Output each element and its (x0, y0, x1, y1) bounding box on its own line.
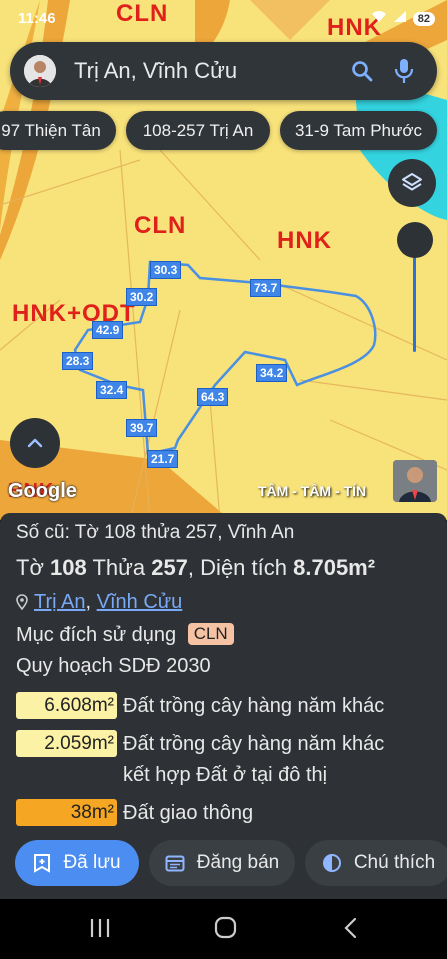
profile-icon (24, 55, 56, 87)
chip-recent[interactable]: 97 Thiện Tân (0, 111, 116, 150)
segment-length: 42.9 (92, 321, 124, 339)
avatar[interactable] (24, 55, 56, 87)
wifi-icon (371, 10, 387, 27)
segment-length: 30.3 (150, 261, 182, 279)
segment-length: 64.3 (197, 388, 229, 406)
profile-thumbnail[interactable] (393, 460, 437, 502)
chevron-up-icon (27, 438, 43, 448)
area-label: Diện tích (200, 555, 287, 580)
chip-recent[interactable]: 31-9 Tam Phước (280, 111, 437, 150)
plot-number: 257 (151, 555, 188, 580)
plan-title: Quy hoạch SDĐ 2030 (16, 655, 211, 677)
status-icons: 82 (371, 10, 435, 27)
post-sale-button[interactable]: Đăng bán (149, 840, 295, 886)
segment-length: 39.7 (126, 419, 158, 437)
plan-area-badge: 2.059m² (16, 730, 117, 757)
plan-description: Đất trồng cây hàng năm khác (123, 695, 385, 717)
parcel-summary: Tờ 108 Thửa 257, Diện tích 8.705m² (16, 555, 375, 581)
search-icon[interactable] (347, 56, 377, 86)
legend-button[interactable]: Chú thích (305, 840, 447, 886)
search-input[interactable]: Trị An, Vĩnh Cửu (74, 58, 347, 84)
saved-button[interactable]: Đã lưu (15, 840, 139, 886)
search-bar[interactable]: Trị An, Vĩnh Cửu (10, 42, 437, 100)
plan-description: Đất giao thông (123, 802, 254, 824)
bookmark-add-icon (34, 854, 51, 873)
segment-length: 34.2 (256, 364, 288, 382)
opacity-slider-track[interactable] (413, 254, 416, 352)
chip-recent[interactable]: 108-257 Trị An (126, 111, 270, 150)
google-attribution: Google (8, 480, 77, 502)
status-bar: 11:46 82 (0, 8, 447, 30)
contrast-icon (322, 854, 341, 872)
post-sale-label: Đăng bán (196, 852, 280, 873)
segment-length: 21.7 (147, 450, 179, 468)
location-row: Trị An, Vĩnh Cửu (16, 591, 182, 616)
mic-icon[interactable] (389, 56, 419, 86)
legend-label: Chú thích (353, 852, 436, 873)
calendar-icon (165, 855, 185, 872)
plan-description: Đất trồng cây hàng năm khác (123, 733, 385, 755)
zone-label: HNK (277, 227, 332, 254)
expand-up-button[interactable] (10, 418, 60, 468)
location-pin-icon (16, 593, 28, 616)
recent-chips: 97 Thiện Tân 108-257 Trị An 31-9 Tam Phư… (0, 111, 447, 151)
purpose-badge: CLN (187, 623, 234, 645)
sheet-number: 108 (50, 555, 87, 580)
recent-apps-icon (90, 919, 110, 937)
plan-description-cont: kết hợp Đất ở tại đô thị (123, 764, 328, 786)
old-parcel-label: Số cũ: Tờ 108 thửa 257, Vĩnh An (16, 522, 295, 543)
separator: , (85, 591, 97, 613)
home-icon (214, 916, 237, 939)
plot-label: Thửa (92, 555, 146, 580)
plan-area-badge: 6.608m² (16, 692, 117, 719)
battery-indicator: 82 (412, 11, 435, 26)
area-value: 8.705m² (293, 555, 376, 580)
layers-icon (402, 173, 422, 191)
person-icon (393, 460, 437, 502)
district-link[interactable]: Vĩnh Cửu (97, 591, 183, 613)
signal-icon (393, 10, 407, 27)
layers-button[interactable] (388, 159, 436, 207)
segment-length: 32.4 (96, 381, 128, 399)
nav-icons (90, 916, 357, 939)
segment-length: 28.3 (62, 352, 94, 370)
opacity-slider-knob[interactable] (397, 222, 433, 258)
plan-area-badge: 38m² (16, 799, 117, 826)
purpose-row: Mục đích sử dụng CLN (16, 623, 234, 647)
commune-link[interactable]: Trị An (34, 591, 86, 613)
separator: , (187, 555, 195, 580)
segment-length: 73.7 (250, 279, 282, 297)
zone-label: CLN (134, 212, 187, 239)
back-icon (344, 917, 357, 939)
purpose-label: Mục đích sử dụng (16, 624, 177, 646)
watermark-text: TÂM - TẦM - TÍN (258, 483, 367, 499)
system-nav-bar (0, 899, 447, 959)
segment-length: 30.2 (126, 288, 158, 306)
sheet-label: Tờ (16, 555, 44, 580)
saved-label: Đã lưu (63, 852, 121, 873)
clock: 11:46 (18, 10, 56, 27)
